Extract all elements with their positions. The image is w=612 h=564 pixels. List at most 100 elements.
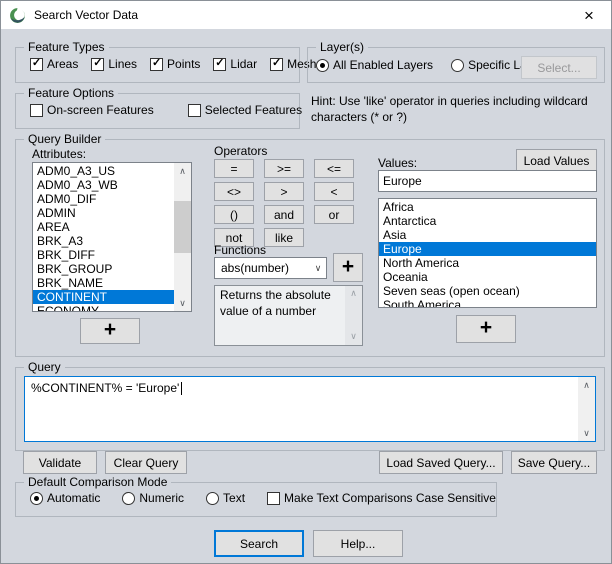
validate-button[interactable]: Validate xyxy=(23,451,97,474)
radio-dot-icon xyxy=(30,492,43,505)
query-label: Query xyxy=(24,360,65,374)
list-item-selected[interactable]: Europe xyxy=(379,242,596,256)
list-item[interactable]: BRK_DIFF xyxy=(33,248,191,262)
operator-parens-button[interactable]: () xyxy=(214,205,254,224)
check-icon xyxy=(213,58,226,71)
operator-or-button[interactable]: or xyxy=(314,205,354,224)
add-value-button[interactable]: + xyxy=(456,315,516,343)
layers-group: Layer(s) All Enabled Layers Specific Lay… xyxy=(307,47,605,83)
check-icon xyxy=(30,58,43,71)
all-enabled-layers-radio[interactable]: All Enabled Layers xyxy=(316,58,433,72)
scroll-up-icon[interactable]: ∧ xyxy=(578,377,595,393)
feature-types-label: Feature Types xyxy=(24,40,109,54)
search-button[interactable]: Search xyxy=(214,530,304,557)
list-item[interactable]: ADMIN xyxy=(33,206,191,220)
case-sensitive-checkbox[interactable]: Make Text Comparisons Case Sensitive xyxy=(267,491,496,505)
lines-checkbox[interactable]: Lines xyxy=(91,57,137,71)
query-scrollbar[interactable]: ∧ ∨ xyxy=(578,377,595,441)
check-icon xyxy=(270,58,283,71)
selected-features-checkbox[interactable]: Selected Features xyxy=(188,103,302,117)
layers-label: Layer(s) xyxy=(316,40,368,54)
operator-lt-button[interactable]: < xyxy=(314,182,354,201)
list-item[interactable]: ADM0_DIF xyxy=(33,192,191,206)
query-builder-group: Query Builder Attributes: ADM0_A3_US ADM… xyxy=(15,139,605,357)
help-button[interactable]: Help... xyxy=(313,530,403,557)
list-item[interactable]: BRK_GROUP xyxy=(33,262,191,276)
text-radio[interactable]: Text xyxy=(206,491,245,505)
hint-text: Hint: Use 'like' operator in queries inc… xyxy=(311,94,607,125)
chevron-down-icon: ∨ xyxy=(310,263,326,274)
functions-label: Functions xyxy=(214,243,266,257)
checkbox-icon xyxy=(267,492,280,505)
query-builder-label: Query Builder xyxy=(24,132,105,146)
global-mapper-icon xyxy=(9,7,26,24)
list-item[interactable]: Seven seas (open ocean) xyxy=(379,284,596,298)
functions-dropdown[interactable]: abs(number) ∨ xyxy=(214,257,327,279)
title-bar: Search Vector Data × xyxy=(1,1,611,29)
operator-notequal-button[interactable]: <> xyxy=(214,182,254,201)
points-checkbox[interactable]: Points xyxy=(150,57,200,71)
list-item[interactable]: AREA xyxy=(33,220,191,234)
lidar-checkbox[interactable]: Lidar xyxy=(213,57,257,71)
areas-checkbox[interactable]: Areas xyxy=(30,57,78,71)
comparison-mode-group: Default Comparison Mode Automatic Numeri… xyxy=(15,482,497,517)
load-saved-query-button[interactable]: Load Saved Query... xyxy=(379,451,503,474)
list-item[interactable]: BRK_A3 xyxy=(33,234,191,248)
onscreen-features-checkbox[interactable]: On-screen Features xyxy=(30,103,154,117)
scroll-up-icon[interactable]: ∧ xyxy=(345,286,362,302)
operator-gte-button[interactable]: >= xyxy=(264,159,304,178)
list-item[interactable]: ADM0_A3_US xyxy=(33,164,191,178)
list-item[interactable]: Asia xyxy=(379,228,596,242)
list-item[interactable]: North America xyxy=(379,256,596,270)
list-item[interactable]: ECONOMY xyxy=(33,304,191,312)
search-vector-data-dialog: Search Vector Data × Feature Types Areas… xyxy=(0,0,612,564)
list-item[interactable]: Antarctica xyxy=(379,214,596,228)
list-item[interactable]: BRK_NAME xyxy=(33,276,191,290)
value-input[interactable] xyxy=(378,170,597,192)
automatic-radio[interactable]: Automatic xyxy=(30,491,100,505)
function-description-box: Returns the absolute value of a number ∧… xyxy=(214,285,363,346)
scroll-down-icon[interactable]: ∨ xyxy=(345,329,362,345)
list-item[interactable]: South America xyxy=(379,298,596,308)
scroll-down-icon[interactable]: ∨ xyxy=(578,425,595,441)
operator-gt-button[interactable]: > xyxy=(264,182,304,201)
operator-lte-button[interactable]: <= xyxy=(314,159,354,178)
operator-equals-button[interactable]: = xyxy=(214,159,254,178)
scroll-thumb[interactable] xyxy=(174,201,191,253)
feature-options-group: Feature Options On-screen Features Selec… xyxy=(15,93,300,129)
checkbox-icon xyxy=(30,104,43,117)
list-item[interactable]: Africa xyxy=(379,200,596,214)
numeric-radio[interactable]: Numeric xyxy=(122,491,184,505)
check-icon xyxy=(150,58,163,71)
checkbox-icon xyxy=(188,104,201,117)
check-icon xyxy=(91,58,104,71)
attributes-scrollbar[interactable]: ∧ ∨ xyxy=(174,163,191,311)
save-query-button[interactable]: Save Query... xyxy=(511,451,597,474)
operators-label: Operators xyxy=(214,144,267,158)
attributes-listbox[interactable]: ADM0_A3_US ADM0_A3_WB ADM0_DIF ADMIN ARE… xyxy=(32,162,192,312)
query-group: Query %CONTINENT% = 'Europe' ∧ ∨ xyxy=(15,367,605,451)
radio-icon xyxy=(206,492,219,505)
values-listbox[interactable]: Africa Antarctica Asia Europe North Amer… xyxy=(378,198,597,308)
operator-like-button[interactable]: like xyxy=(264,228,304,247)
scroll-down-icon[interactable]: ∨ xyxy=(174,295,191,311)
list-item[interactable]: Oceania xyxy=(379,270,596,284)
window-title: Search Vector Data xyxy=(34,8,138,22)
clear-query-button[interactable]: Clear Query xyxy=(105,451,187,474)
feature-types-group: Feature Types Areas Lines Points Lidar M… xyxy=(15,47,300,83)
close-icon[interactable]: × xyxy=(567,1,611,29)
scroll-up-icon[interactable]: ∧ xyxy=(174,163,191,179)
description-scrollbar[interactable]: ∧ ∨ xyxy=(345,286,362,345)
feature-options-label: Feature Options xyxy=(24,86,118,100)
radio-dot-icon xyxy=(316,59,329,72)
attributes-label: Attributes: xyxy=(32,147,86,161)
query-text: %CONTINENT% = 'Europe' xyxy=(31,381,179,395)
query-textarea[interactable]: %CONTINENT% = 'Europe' ∧ ∨ xyxy=(24,376,596,442)
add-attribute-button[interactable]: + xyxy=(80,318,140,344)
select-layers-button[interactable]: Select... xyxy=(521,56,597,79)
list-item[interactable]: ADM0_A3_WB xyxy=(33,178,191,192)
operator-and-button[interactable]: and xyxy=(264,205,304,224)
list-item-selected[interactable]: CONTINENT xyxy=(33,290,191,304)
comparison-mode-label: Default Comparison Mode xyxy=(24,475,171,489)
add-function-button[interactable]: + xyxy=(333,253,363,282)
